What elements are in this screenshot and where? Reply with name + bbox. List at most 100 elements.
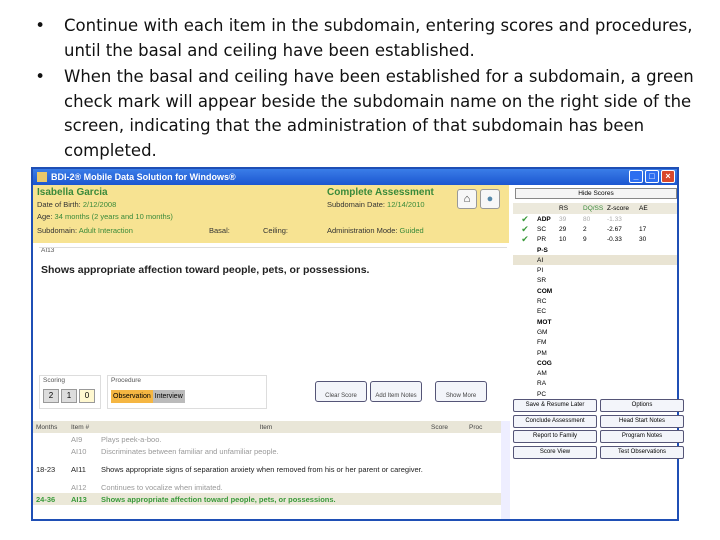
subdomain-value: Adult Interaction	[78, 226, 133, 235]
score-label: FM	[537, 339, 547, 347]
subdomain-row[interactable]: RC	[513, 296, 677, 306]
score-label: RA	[537, 380, 547, 388]
score-1-button[interactable]: 1	[61, 389, 77, 403]
subdomain-row[interactable]: MOT	[513, 317, 677, 327]
show-more-button[interactable]: Show More	[435, 381, 487, 402]
score-ss: 9	[583, 236, 587, 244]
subdomain-row[interactable]: PI	[513, 265, 677, 275]
admin-mode-value: Guided	[399, 226, 424, 235]
check-icon: ✔	[521, 234, 529, 245]
subdomain-row[interactable]: P-S	[513, 245, 677, 255]
grid-header: Months Item # Item Score Proc	[33, 421, 509, 433]
maximize-button[interactable]: □	[645, 170, 659, 183]
add-item-notes-button[interactable]: Add Item Notes	[370, 381, 422, 402]
dob-value: 2/12/2008	[82, 200, 117, 209]
subdomain-row[interactable]: SR	[513, 276, 677, 286]
ceiling-label: Ceiling:	[263, 226, 289, 235]
bullet-text: Continue with each item in the subdomain…	[64, 16, 693, 60]
subdomain-row[interactable]: PM	[513, 348, 677, 358]
help-button[interactable]: ●	[480, 189, 500, 209]
app-icon	[37, 172, 47, 182]
program-notes-button[interactable]: Program Notes	[600, 430, 684, 443]
minimize-button[interactable]: _	[629, 170, 643, 183]
score-0-button[interactable]: 0	[79, 389, 95, 403]
dob-label: Date of Birth:	[37, 200, 81, 209]
cell-months: 24-36	[36, 494, 56, 504]
subdomain-date: 12/14/2010	[387, 200, 425, 209]
subdomain-row[interactable]: ✔ SC 29 2 -2.67 17	[513, 224, 677, 234]
subdomain-row[interactable]: FM	[513, 338, 677, 348]
cell-text: Shows appropriate affection toward peopl…	[101, 494, 336, 504]
bullet-item: • When the basal and ceiling have been es…	[30, 65, 700, 163]
cell-id: AI13	[71, 494, 87, 504]
score-2-button[interactable]: 2	[43, 389, 59, 403]
score-ss: 2	[583, 225, 587, 233]
bullet-text: When the basal and ceiling have been est…	[64, 67, 694, 160]
help-icon: ●	[486, 193, 494, 205]
subdomain-date-label: Subdomain Date:	[327, 200, 385, 209]
window-title: BDI-2® Mobile Data Solution for Windows®	[51, 172, 236, 182]
home-icon: ⌂	[463, 193, 471, 205]
subdomain-row[interactable]: AM	[513, 368, 677, 378]
subdomain-row[interactable]: PC	[513, 389, 677, 399]
title-bar: BDI-2® Mobile Data Solution for Windows®…	[33, 169, 677, 185]
items-grid: Months Item # Item Score Proc AI9 Plays peek-…	[33, 421, 509, 505]
bullet-item: • Continue with each item in the subdomai…	[30, 14, 700, 63]
age-label: Age:	[37, 212, 53, 221]
col-item-number[interactable]: Item #	[71, 424, 101, 431]
item-text: Shows appropriate affection toward peopl…	[41, 264, 370, 276]
score-label: COG	[537, 359, 552, 367]
assessment-mode: Complete Assessment	[327, 187, 434, 198]
subdomain-row[interactable]: GM	[513, 327, 677, 337]
col-score[interactable]: Score	[431, 424, 469, 431]
home-button[interactable]: ⌂	[457, 189, 477, 209]
score-label: PC	[537, 390, 547, 398]
col-months[interactable]: Months	[33, 424, 71, 431]
cell-text: Discriminates between familiar and unfam…	[101, 446, 279, 456]
slide-bullets: • Continue with each item in the subdomai…	[30, 14, 700, 165]
score-label: RC	[537, 298, 547, 306]
subdomain-row[interactable]: RA	[513, 379, 677, 389]
report-to-family-button[interactable]: Report to Family	[513, 430, 597, 443]
basal-label: Basal:	[209, 226, 230, 235]
score-label: PR	[537, 236, 547, 244]
col-ss: DQ/SS	[583, 205, 604, 212]
hide-scores-button[interactable]: Hide Scores	[515, 188, 677, 199]
subdomain-row[interactable]: EC	[513, 307, 677, 317]
save-resume-later-button[interactable]: Save & Resume Later	[513, 399, 597, 412]
conclude-assessment-button[interactable]: Conclude Assessment	[513, 414, 597, 428]
scoring-label: Scoring	[43, 377, 66, 384]
score-label: P-S	[537, 246, 548, 254]
subdomain-label: Subdomain:	[37, 226, 78, 235]
cell-id: AI11	[71, 464, 86, 474]
score-rs: 10	[559, 236, 567, 244]
grid-row[interactable]: 24-36 AI13 Shows appropriate affection tow…	[33, 493, 509, 505]
subdomain-row[interactable]: AI	[513, 255, 677, 266]
subdomain-row[interactable]: ✔ ADP 39 80 -1.33	[513, 214, 677, 224]
score-label: PI	[537, 267, 544, 275]
grid-row[interactable]: 18-23 AI11 Shows appropriate signs of sepa…	[33, 457, 509, 481]
clear-score-button[interactable]: Clear Score	[315, 381, 367, 402]
observation-button[interactable]: Observation	[111, 390, 153, 403]
cell-id: AI12	[71, 482, 87, 492]
grid-row[interactable]: AI10 Discriminates between familiar and u…	[33, 445, 509, 457]
score-view-button[interactable]: Score View	[513, 445, 597, 459]
subdomain-row[interactable]: ✔ PR 10 9 -0.33 30	[513, 234, 677, 245]
score-label: SC	[537, 225, 547, 233]
grid-scrollbar[interactable]	[501, 421, 510, 519]
cell-id: AI9	[71, 434, 83, 444]
col-proc[interactable]: Proc	[469, 424, 499, 431]
subdomain-row[interactable]: COM	[513, 286, 677, 296]
options-button[interactable]: Options	[600, 399, 684, 412]
interview-button[interactable]: Interview	[152, 390, 185, 403]
col-item[interactable]: Item	[101, 424, 431, 431]
subdomain-row[interactable]: COG	[513, 358, 677, 368]
score-ss: 80	[583, 215, 591, 223]
score-label: ADP	[537, 215, 551, 223]
grid-row[interactable]: AI12 Continues to vocalize when imitated.	[33, 481, 509, 493]
close-button[interactable]: ×	[661, 170, 675, 183]
head-start-notes-button[interactable]: Head Start Notes	[600, 414, 684, 428]
score-z: -0.33	[607, 236, 622, 244]
grid-row[interactable]: AI9 Plays peek-a-boo.	[33, 433, 509, 445]
test-observations-button[interactable]: Test Observations	[600, 445, 684, 459]
